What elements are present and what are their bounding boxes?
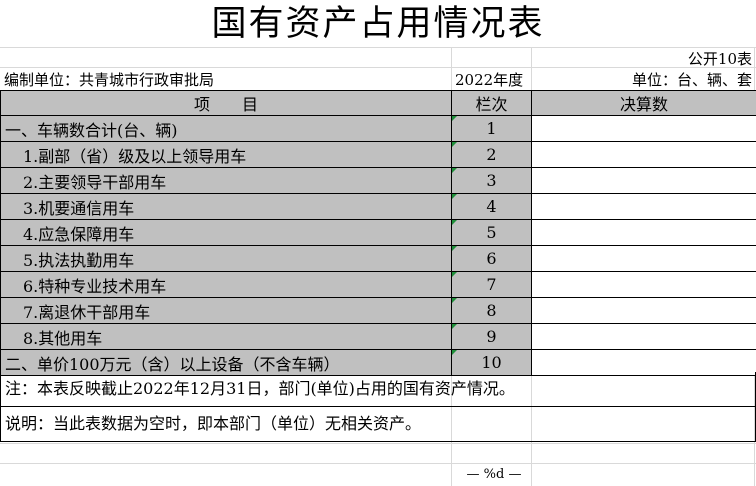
row-label[interactable]: 7.离退休干部用车 (0, 297, 452, 324)
table-row: 4.应急保障用车 5 (0, 219, 756, 246)
cell-marker-icon (452, 272, 457, 277)
final-count-cell[interactable] (531, 245, 756, 272)
row-number[interactable]: 3 (451, 167, 532, 194)
row-label[interactable]: 5.执法执勤用车 (0, 245, 452, 272)
final-count-cell[interactable] (531, 323, 756, 350)
row-label[interactable]: 一、车辆数合计(台、辆) (0, 115, 452, 142)
row-number-text: 9 (486, 327, 497, 346)
column-header-item: 项 目 (0, 90, 452, 116)
reporting-unit: 编制单位：共青城市行政审批局 (4, 71, 215, 89)
final-count-cell[interactable] (531, 115, 756, 142)
final-count-cell[interactable] (531, 141, 756, 168)
cell-marker-icon (452, 324, 457, 329)
table-row: 一、车辆数合计(台、辆) 1 (0, 115, 756, 142)
table-header-row: 项 目 栏次 决算数 (0, 90, 756, 116)
cell-marker-icon (452, 298, 457, 303)
column-header-row-no: 栏次 (451, 90, 532, 116)
cell-marker-icon (452, 142, 457, 147)
table-row: 3.机要通信用车 4 (0, 193, 756, 220)
row-number[interactable]: 5 (451, 219, 532, 246)
final-count-cell[interactable] (531, 297, 756, 324)
row-number[interactable]: 9 (451, 323, 532, 350)
cell-marker-icon (452, 116, 457, 121)
cell-marker-icon (452, 168, 457, 173)
page-number-footer: — %d — (466, 467, 522, 482)
cell-marker-icon (452, 194, 457, 199)
row-label[interactable]: 4.应急保障用车 (0, 219, 452, 246)
row-number[interactable]: 8 (451, 297, 532, 324)
table-row: 7.离退休干部用车 8 (0, 297, 756, 324)
row-label[interactable]: 1.副部（省）级及以上领导用车 (0, 141, 452, 168)
row-number[interactable]: 2 (451, 141, 532, 168)
row-number-text: 5 (486, 223, 497, 242)
table-row: 8.其他用车 9 (0, 323, 756, 350)
final-count-cell[interactable] (531, 167, 756, 194)
table-row: 2.主要领导干部用车 3 (0, 167, 756, 194)
final-count-cell[interactable] (531, 193, 756, 220)
form-number: 公开10表 (687, 50, 752, 68)
row-label[interactable]: 6.特种专业技术用车 (0, 271, 452, 298)
table-row: 5.执法执勤用车 6 (0, 245, 756, 272)
row-number-text: 4 (486, 197, 497, 216)
row-number[interactable]: 4 (451, 193, 532, 220)
row-number[interactable]: 7 (451, 271, 532, 298)
cell-marker-icon (452, 246, 457, 251)
row-number-text: 1 (486, 119, 497, 138)
row-number-text: 7 (486, 275, 497, 294)
row-number-text: 3 (486, 171, 497, 190)
table-explanation: 说明：当此表数据为空时，即本部门（单位）无相关资产。 (0, 407, 756, 442)
row-label[interactable]: 3.机要通信用车 (0, 193, 452, 220)
row-number-text: 10 (481, 353, 502, 372)
measure-unit: 单位：台、辆、套 (631, 71, 752, 89)
final-count-cell[interactable] (531, 219, 756, 246)
row-number-text: 8 (486, 301, 497, 320)
table-row: 1.副部（省）级及以上领导用车 2 (0, 141, 756, 168)
asset-table: 项 目 栏次 决算数 一、车辆数合计(台、辆) 1 1.副部（省）级及以上领导用车 2… (0, 90, 756, 376)
cell-marker-icon (452, 350, 457, 355)
column-header-final-count: 决算数 (531, 90, 756, 116)
row-number-text: 2 (486, 145, 497, 164)
report-title: 国有资产占用情况表 (211, 4, 545, 44)
final-count-cell[interactable] (531, 271, 756, 298)
table-row: 6.特种专业技术用车 7 (0, 271, 756, 298)
cell-marker-icon (452, 220, 457, 225)
row-number-text: 6 (486, 249, 497, 268)
row-label[interactable]: 8.其他用车 (0, 323, 452, 350)
table-note: 注：本表反映截止2022年12月31日，部门(单位)占用的国有资产情况。 (0, 372, 756, 407)
row-number[interactable]: 6 (451, 245, 532, 272)
row-label[interactable]: 2.主要领导干部用车 (0, 167, 452, 194)
row-number[interactable]: 1 (451, 115, 532, 142)
report-year: 2022年度 (455, 71, 524, 89)
